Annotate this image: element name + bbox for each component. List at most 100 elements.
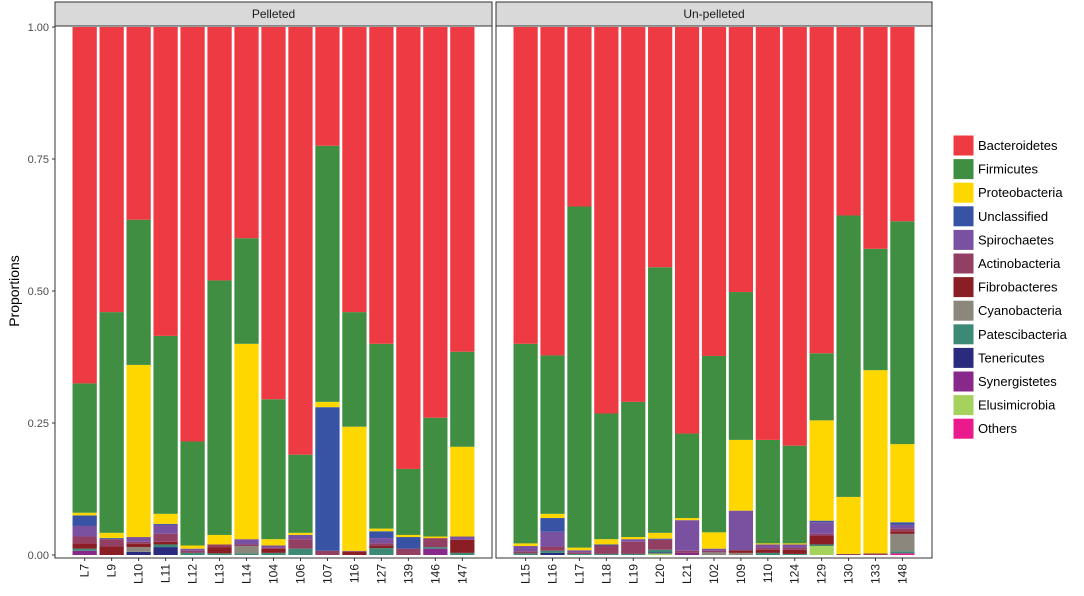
bar-segment-fibrobacteres <box>207 547 232 554</box>
bar-segment-bacteroidetes <box>513 27 538 344</box>
x-tick-label: L17 <box>572 564 586 584</box>
bar-segment-synergistetes <box>72 550 97 555</box>
bar-segment-actinobacteria <box>153 533 178 542</box>
x-tick-label: L21 <box>680 564 694 584</box>
bar-segment-bacteroidetes <box>809 27 834 354</box>
bar-107 <box>315 27 340 555</box>
bar-segment-proteobacteria <box>674 518 700 521</box>
bar-segment-unclassified <box>72 515 97 526</box>
bar-segment-bacteroidetes <box>836 27 861 216</box>
bar-segment-proteobacteria <box>207 534 232 545</box>
bar-segment-actinobacteria <box>207 544 232 548</box>
bar-segment-firmicutes <box>755 439 780 544</box>
bar-segment-bacteroidetes <box>315 27 340 146</box>
bar-133 <box>863 27 888 555</box>
legend-swatch <box>952 323 975 346</box>
bar-segment-spirochaetes <box>809 522 834 534</box>
bar-segment-bacteroidetes <box>180 27 205 442</box>
stacked-bar-chart: Proportions 0.00 0.25 0.50 0.75 1.00 Pellete… <box>6 1 1068 584</box>
bar-segment-bacteroidetes <box>567 27 592 207</box>
bar-segment-firmicutes <box>126 219 151 365</box>
bar-segment-cyanobacteria <box>126 547 151 552</box>
bar-segment-cyanobacteria <box>234 546 259 554</box>
bar-segment-fibrobacteres <box>153 541 178 545</box>
bar-segment-firmicutes <box>567 206 592 548</box>
bar-148 <box>890 27 915 555</box>
x-tick-label: 146 <box>428 564 442 584</box>
bar-segment-unclassified <box>315 407 340 551</box>
bar-segment-firmicutes <box>180 441 205 546</box>
bar-segment-proteobacteria <box>809 420 834 521</box>
bar-segment-fibrobacteres <box>890 531 915 534</box>
bar-segment-proteobacteria <box>180 545 205 549</box>
legend-label: Unclassified <box>978 209 1048 224</box>
bar-segment-actinobacteria <box>755 547 780 550</box>
x-tick-label: L11 <box>159 564 173 583</box>
bar-segment-spirochaetes <box>728 510 754 551</box>
x-tick-label: 107 <box>320 564 334 584</box>
bar-segment-actinobacteria <box>540 546 565 551</box>
bar-147 <box>450 27 475 555</box>
bar-segment-elusimicrobia <box>648 553 673 555</box>
bar-segment-bacteroidetes <box>594 27 619 414</box>
bar-segment-proteobacteria <box>782 543 807 545</box>
bar-L12 <box>180 27 205 555</box>
bar-segment-patescibacteria <box>594 553 619 555</box>
bar-segment-patescibacteria <box>567 553 592 555</box>
bar-segment-bacteroidetes <box>728 27 754 293</box>
bar-segment-spirochaetes <box>755 544 780 548</box>
legend-item-cyanobacteria: Cyanobacteria <box>952 299 1063 322</box>
bar-segment-spirochaetes <box>701 548 727 551</box>
y-axis: 0.00 0.25 0.50 0.75 1.00 <box>28 22 55 562</box>
bar-segment-proteobacteria <box>423 536 448 539</box>
bar-segment-actinobacteria <box>567 552 592 554</box>
bar-segment-actinobacteria <box>782 547 807 550</box>
legend-label: Elusimicrobia <box>978 398 1056 413</box>
x-tick-label: L7 <box>78 564 92 578</box>
bar-106 <box>288 27 313 555</box>
bar-segment-firmicutes <box>809 353 834 421</box>
bar-segment-actinobacteria <box>261 547 286 549</box>
bar-segment-firmicutes <box>288 454 313 533</box>
bar-segment-unclassified <box>153 523 178 525</box>
bar-segment-spirochaetes <box>261 545 286 548</box>
bar-segment-patescibacteria <box>369 548 394 555</box>
bar-segment-unclassified <box>99 538 124 540</box>
legend-item-unclassified: Unclassified <box>952 205 1048 228</box>
x-tick-label: 139 <box>401 564 415 584</box>
bar-segment-patescibacteria <box>423 547 448 549</box>
bar-segment-actinobacteria <box>890 528 915 532</box>
x-tick-label: 116 <box>347 564 361 583</box>
legend-swatch <box>952 370 975 393</box>
x-tick-label: L16 <box>546 564 560 584</box>
bar-segment-proteobacteria <box>342 426 367 551</box>
bar-109 <box>728 27 754 555</box>
legend-item-synergistetes: Synergistetes <box>952 370 1057 393</box>
x-tick-label: 133 <box>868 564 882 584</box>
bar-segment-bacteroidetes <box>288 27 313 455</box>
bar-segment-fibrobacteres <box>342 551 367 555</box>
bar-segment-bacteroidetes <box>369 27 394 344</box>
panel-pelleted: Pelleted L7 L9 L10 L11 L12 L13 L14 104 106 107 116 1… <box>54 1 493 584</box>
bar-segment-proteobacteria <box>701 532 727 549</box>
bar-segment-fibrobacteres <box>728 550 754 553</box>
bar-segment-firmicutes <box>701 355 727 533</box>
bar-127 <box>369 27 394 555</box>
bar-segment-firmicutes <box>836 215 861 497</box>
bar-segment-actinobacteria <box>126 541 151 544</box>
bar-segment-bacteroidetes <box>621 27 646 402</box>
bar-segment-proteobacteria <box>728 439 754 511</box>
bar-L9 <box>99 27 124 555</box>
bar-segment-patescibacteria <box>890 551 915 554</box>
legend-item-elusimicrobia: Elusimicrobia <box>952 394 1056 417</box>
bar-segment-spirochaetes <box>450 536 475 540</box>
facet-title: Pelleted <box>252 7 295 21</box>
bar-segment-bacteroidetes <box>396 27 421 469</box>
legend-swatch <box>952 417 975 440</box>
legend-label: Others <box>978 421 1018 436</box>
bar-segment-spirochaetes <box>540 531 565 547</box>
bar-L16 <box>540 27 565 555</box>
bar-segment-firmicutes <box>72 383 97 513</box>
bar-segment-patescibacteria <box>180 552 205 555</box>
bar-segment-actinobacteria <box>513 551 538 554</box>
